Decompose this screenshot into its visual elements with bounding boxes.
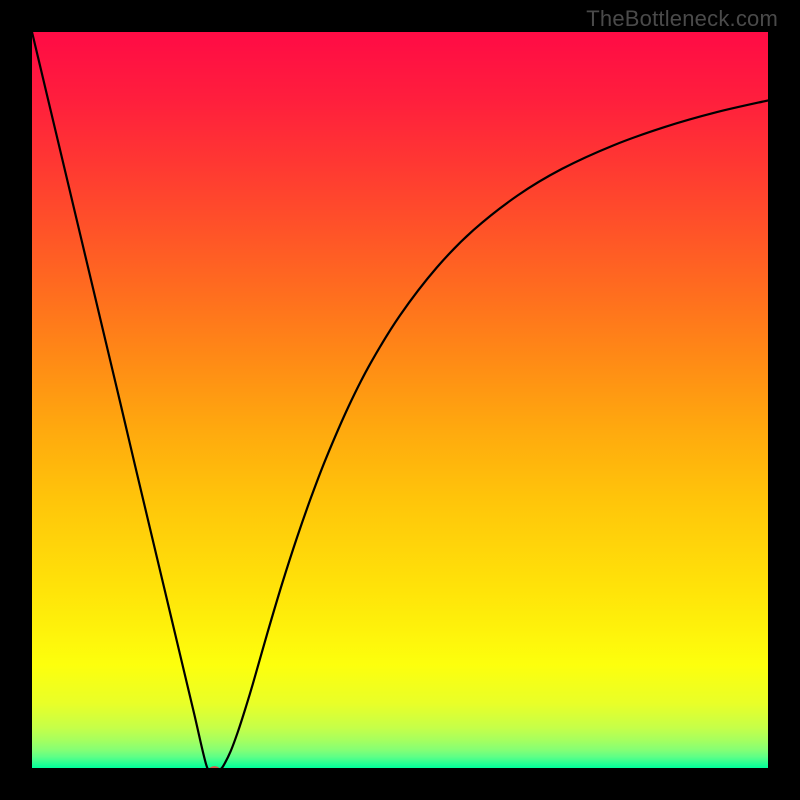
chart-svg — [32, 32, 768, 768]
gradient-background — [32, 32, 768, 768]
plot-area — [32, 32, 768, 768]
attribution-label: TheBottleneck.com — [586, 6, 778, 32]
chart-container: TheBottleneck.com — [0, 0, 800, 800]
